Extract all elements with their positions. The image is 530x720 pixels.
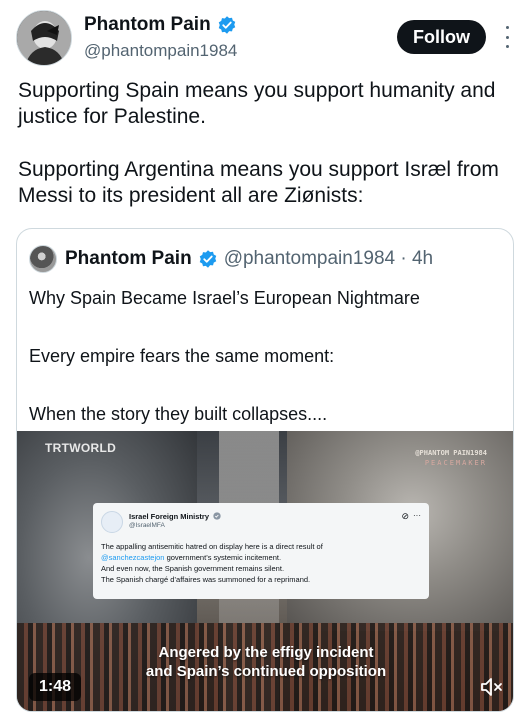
- tweet-paragraph: Supporting Spain means you support human…: [18, 79, 496, 128]
- embedded-post-card: Israel Foreign Ministry @IsraelMFA ⊘ ···…: [93, 503, 429, 599]
- embedded-post-avatar: [101, 511, 123, 533]
- tweet-text: Supporting Spain means you support human…: [18, 78, 518, 209]
- author-name-row: Phantom Pain: [84, 14, 237, 36]
- grok-icon: ⊘: [401, 511, 409, 521]
- video-watermark: PEACEMAKER: [424, 459, 487, 467]
- embedded-post-line: The Spanish chargé d’affaires was summon…: [101, 575, 311, 584]
- video-watermark: @PHANTOM PAIN1984: [415, 449, 487, 457]
- avatar-image: [17, 11, 71, 65]
- embedded-post-name-text: Israel Foreign Ministry: [129, 512, 210, 521]
- embedded-post-name: Israel Foreign Ministry: [129, 512, 221, 521]
- more-options-icon: ···: [413, 511, 421, 520]
- embedded-post-line-rest: government’s systemic incitement.: [164, 553, 282, 562]
- mute-icon[interactable]: [477, 673, 505, 701]
- quoted-author-avatar: [29, 245, 57, 273]
- embedded-post-line: And even now, the Spanish government rem…: [101, 564, 285, 573]
- quoted-line: When the story they built collapses....: [29, 404, 328, 424]
- author-display-name[interactable]: Phantom Pain: [84, 14, 211, 36]
- video-brand-logo: TRTWORLD: [45, 441, 117, 455]
- quoted-line: Every empire fears the same moment:: [29, 346, 335, 366]
- embedded-post-line: @sanchezcastejon government’s systemic i…: [101, 552, 423, 563]
- embedded-post-text: The appalling antisemitic hatred on disp…: [101, 541, 423, 585]
- author-avatar[interactable]: [16, 10, 72, 66]
- verified-badge-icon: [218, 16, 235, 34]
- video-duration-badge: 1:48: [29, 673, 82, 701]
- quoted-tweet-header: Phantom Pain @phantompain1984 · 4h: [29, 245, 433, 273]
- more-options-icon[interactable]: [502, 26, 512, 48]
- video-caption: Angered by the effigy incident and Spain…: [17, 643, 513, 681]
- embedded-post-mention: @sanchezcastejon: [101, 553, 165, 562]
- quoted-author-handle-time: @phantompain1984 · 4h: [223, 248, 434, 269]
- quoted-tweet[interactable]: Phantom Pain @phantompain1984 · 4h Why S…: [16, 228, 514, 712]
- embedded-post-line: The appalling antisemitic hatred on disp…: [101, 542, 323, 551]
- verified-badge-icon: [213, 512, 221, 520]
- quoted-line: Why Spain Became Israel’s European Night…: [29, 288, 420, 308]
- tweet-paragraph: Supporting Argentina means you support I…: [18, 158, 499, 207]
- video-player[interactable]: TRTWORLD @PHANTOM PAIN1984 PEACEMAKER Is…: [17, 431, 513, 711]
- quoted-author-name: Phantom Pain: [65, 248, 192, 269]
- video-caption-line: Angered by the effigy incident: [158, 644, 374, 661]
- embedded-post-handle: @IsraelMFA: [129, 522, 165, 529]
- tweet-header: Phantom Pain @phantompain1984 Follow: [16, 10, 514, 70]
- follow-button[interactable]: Follow: [397, 20, 486, 54]
- author-handle[interactable]: @phantompain1984: [84, 41, 237, 61]
- video-caption-line: and Spain’s continued opposition: [145, 663, 387, 680]
- verified-badge-icon: [199, 250, 216, 268]
- quoted-tweet-text: Why Spain Became Israel’s European Night…: [29, 287, 499, 425]
